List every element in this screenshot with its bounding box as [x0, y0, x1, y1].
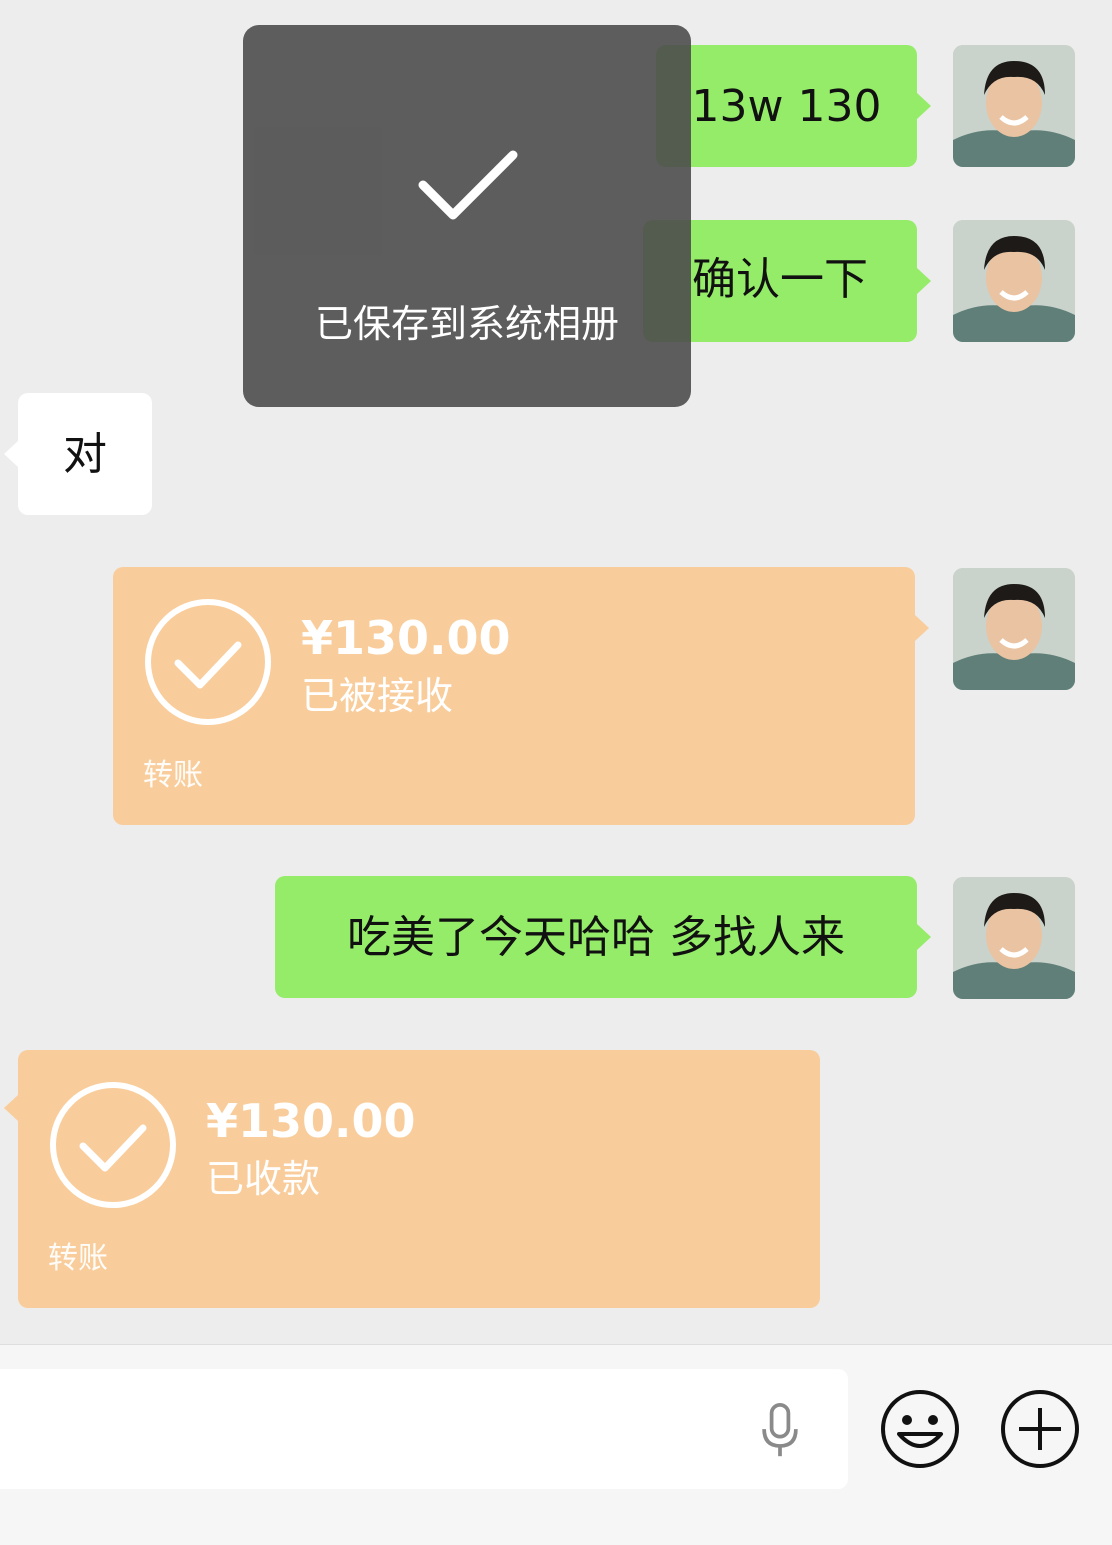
message-bubble-sent[interactable]: 13w 130 — [656, 45, 917, 167]
message-input[interactable] — [0, 1369, 848, 1489]
input-bar — [0, 1344, 1112, 1545]
message-bubble-received[interactable]: 对 — [18, 393, 152, 515]
transfer-label: 转账 — [48, 1241, 108, 1276]
transfer-amount: ¥130.00 — [206, 1094, 416, 1148]
checkmark-icon — [418, 150, 518, 220]
bubble-tail — [915, 615, 929, 641]
message-bubble-sent[interactable]: 吃美了今天哈哈 多找人来 — [275, 876, 917, 998]
bubble-tail — [4, 441, 18, 467]
avatar[interactable] — [953, 45, 1075, 167]
bubble-tail — [4, 1095, 18, 1121]
saved-toast: 已保存到系统相册 — [243, 25, 691, 407]
chat-area[interactable]: 13w 130 确认一下 对 ¥130.00 已被接收 转账 吃美了今天哈哈 多… — [0, 0, 1112, 1344]
avatar-image — [953, 877, 1075, 999]
toast-text: 已保存到系统相册 — [314, 302, 619, 346]
transfer-status: 已收款 — [206, 1157, 321, 1201]
avatar[interactable] — [953, 568, 1075, 690]
bubble-tail — [917, 924, 931, 950]
message-text: 对 — [63, 429, 107, 480]
avatar-image — [953, 45, 1075, 167]
transfer-card[interactable]: ¥130.00 已收款 转账 — [18, 1050, 820, 1308]
message-text: 吃美了今天哈哈 多找人来 — [347, 912, 845, 963]
transfer-status: 已被接收 — [301, 674, 454, 718]
transfer-card[interactable]: ¥130.00 已被接收 转账 — [113, 567, 915, 825]
bubble-tail — [917, 93, 931, 119]
bubble-tail — [917, 268, 931, 294]
avatar[interactable] — [953, 220, 1075, 342]
emoji-icon[interactable] — [879, 1388, 961, 1470]
transfer-label: 转账 — [143, 758, 203, 793]
avatar-image — [953, 568, 1075, 690]
avatar-image — [953, 220, 1075, 342]
plus-circle-icon[interactable] — [999, 1388, 1081, 1470]
avatar[interactable] — [953, 877, 1075, 999]
microphone-icon[interactable] — [758, 1403, 802, 1459]
check-circle-icon — [145, 599, 271, 725]
transfer-amount: ¥130.00 — [301, 611, 511, 665]
check-circle-icon — [50, 1082, 176, 1208]
message-text: 13w 130 — [691, 81, 882, 132]
